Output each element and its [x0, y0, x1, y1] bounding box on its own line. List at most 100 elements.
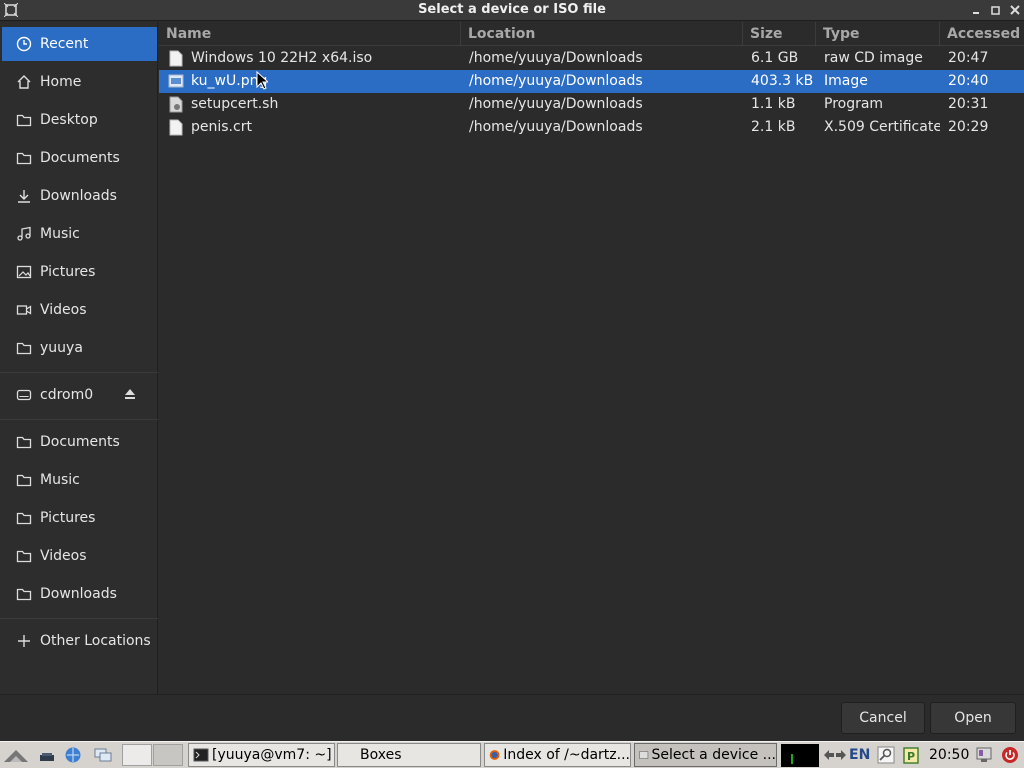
sidebar-item-label: Downloads — [40, 586, 117, 602]
folder-icon — [16, 434, 32, 450]
sidebar-item-desktop[interactable]: Desktop — [2, 103, 157, 137]
download-icon — [16, 188, 32, 204]
terminal-icon — [193, 748, 209, 762]
task-label: Boxes — [360, 747, 402, 763]
clock[interactable]: 20:50 — [929, 742, 969, 768]
windows-icon[interactable] — [94, 746, 112, 764]
column-header-type[interactable]: Type — [816, 22, 940, 46]
task-terminal[interactable]: [yuuya@vm7: ~] — [188, 743, 335, 767]
table-row[interactable]: ku_wU.png /home/yuuya/Downloads 403.3 kB… — [159, 70, 1024, 93]
sidebar-item-music[interactable]: Music — [2, 217, 157, 251]
clock-icon — [16, 36, 32, 52]
clipboard-icon[interactable]: P — [902, 746, 920, 764]
mouse-cursor-icon — [256, 71, 268, 90]
column-header-location[interactable]: Location — [461, 22, 743, 46]
sidebar-item-label: Documents — [40, 150, 120, 166]
plus-icon — [16, 633, 32, 649]
sidebar-item-label: Pictures — [40, 510, 96, 526]
firefox-icon — [489, 750, 500, 760]
places-sidebar: Recent Home Desktop Documents Downloads … — [0, 22, 158, 694]
sidebar-item-yuuya[interactable]: yuuya — [2, 331, 157, 365]
file-accessed: 20:40 — [948, 73, 989, 89]
table-row[interactable]: penis.crt /home/yuuya/Downloads 2.1 kB X… — [159, 116, 1024, 139]
file-accessed: 20:29 — [948, 119, 989, 135]
table-row[interactable]: Windows 10 22H2 x64.iso /home/yuuya/Down… — [159, 47, 1024, 70]
file-size: 1.1 kB — [751, 96, 796, 112]
workspace-2[interactable] — [153, 744, 183, 766]
sidebar-item-bookmark-documents[interactable]: Documents — [2, 425, 157, 459]
dialog-button-bar: Cancel Open — [0, 694, 1024, 740]
task-label: Index of /~dartz... — [503, 747, 630, 763]
show-desktop-icon[interactable] — [38, 746, 56, 764]
dialog-icon — [639, 751, 649, 759]
file-size: 6.1 GB — [751, 50, 799, 66]
sidebar-item-other-locations[interactable]: Other Locations — [2, 624, 157, 658]
home-icon — [16, 74, 32, 90]
task-browser[interactable]: Index of /~dartz... — [484, 743, 631, 767]
sidebar-item-bookmark-music[interactable]: Music — [2, 463, 157, 497]
start-menu-icon[interactable] — [2, 746, 32, 764]
sidebar-item-videos[interactable]: Videos — [2, 293, 157, 327]
sidebar-item-label: Other Locations — [40, 633, 151, 649]
file-name: penis.crt — [191, 119, 252, 135]
script-file-icon — [169, 96, 183, 113]
sidebar-separator — [0, 419, 158, 420]
workspace-1[interactable] — [122, 744, 152, 766]
music-icon — [16, 226, 32, 242]
search-icon[interactable] — [877, 746, 895, 764]
open-button[interactable]: Open — [930, 702, 1016, 734]
sidebar-item-bookmark-downloads[interactable]: Downloads — [2, 577, 157, 611]
folder-icon — [16, 510, 32, 526]
file-location: /home/yuuya/Downloads — [469, 73, 643, 89]
close-icon[interactable] — [1008, 3, 1022, 17]
sidebar-item-label: Music — [40, 226, 80, 242]
window-title: Select a device or ISO file — [418, 2, 606, 17]
sidebar-item-home[interactable]: Home — [2, 65, 157, 99]
file-type: Image — [824, 73, 868, 89]
maximize-icon[interactable] — [989, 3, 1003, 17]
file-accessed: 20:31 — [948, 96, 989, 112]
power-icon[interactable] — [1001, 746, 1019, 764]
column-header-name[interactable]: Name — [159, 22, 461, 46]
sidebar-item-label: Desktop — [40, 112, 98, 128]
sidebar-item-cdrom0[interactable]: cdrom0 — [2, 378, 157, 412]
eject-icon[interactable] — [123, 387, 137, 401]
sidebar-item-pictures[interactable]: Pictures — [2, 255, 157, 289]
sidebar-item-label: yuuya — [40, 340, 83, 356]
sidebar-item-label: Music — [40, 472, 80, 488]
sidebar-item-downloads[interactable]: Downloads — [2, 179, 157, 213]
file-size: 403.3 kB — [751, 73, 814, 89]
sidebar-item-label: Videos — [40, 548, 87, 564]
sidebar-item-label: Pictures — [40, 264, 96, 280]
task-boxes[interactable]: Boxes — [337, 743, 481, 767]
keyboard-layout-indicator[interactable]: EN — [849, 742, 870, 768]
column-header-size[interactable]: Size — [743, 22, 816, 46]
column-header-accessed[interactable]: Accessed — [940, 22, 1024, 46]
folder-icon — [16, 472, 32, 488]
sidebar-item-label: cdrom0 — [40, 387, 94, 403]
sidebar-item-bookmark-videos[interactable]: Videos — [2, 539, 157, 573]
table-row[interactable]: setupcert.sh /home/yuuya/Downloads 1.1 k… — [159, 93, 1024, 116]
file-location: /home/yuuya/Downloads — [469, 96, 643, 112]
network-icon[interactable] — [822, 746, 848, 764]
task-select-device[interactable]: Select a device ... — [634, 743, 777, 767]
drive-icon — [16, 387, 32, 403]
video-icon — [16, 302, 32, 318]
folder-icon — [16, 586, 32, 602]
sidebar-item-documents[interactable]: Documents — [2, 141, 157, 175]
sidebar-item-bookmark-pictures[interactable]: Pictures — [2, 501, 157, 535]
file-type: raw CD image — [824, 50, 923, 66]
file-name: Windows 10 22H2 x64.iso — [191, 50, 373, 66]
title-bar: Select a device or ISO file — [0, 0, 1024, 21]
file-name: ku_wU.png — [191, 73, 268, 89]
task-label: Select a device ... — [651, 747, 776, 763]
minimize-icon[interactable] — [970, 3, 984, 17]
volume-icon[interactable] — [975, 746, 993, 764]
cancel-button[interactable]: Cancel — [841, 702, 925, 734]
sidebar-item-label: Downloads — [40, 188, 117, 204]
browser-launcher-icon[interactable] — [64, 746, 82, 764]
file-type: X.509 Certificate — [824, 119, 940, 135]
sidebar-item-recent[interactable]: Recent — [2, 27, 157, 61]
cpu-monitor — [781, 744, 819, 767]
task-label: [yuuya@vm7: ~] — [212, 747, 332, 763]
